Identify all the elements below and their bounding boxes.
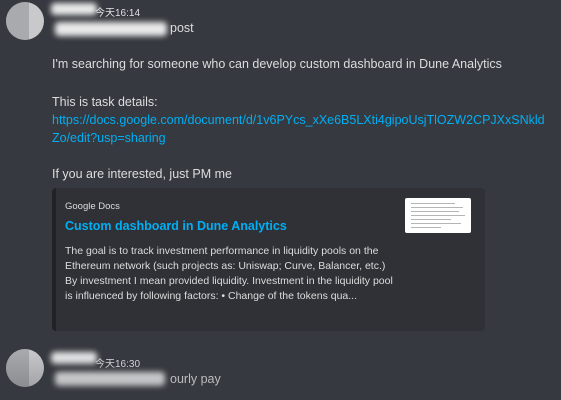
redacted-text <box>55 22 167 36</box>
username-redacted[interactable] <box>51 3 97 15</box>
document-thumbnail[interactable] <box>405 198 471 233</box>
task-link[interactable]: https://docs.google.com/document/d/1v6PY… <box>52 111 552 147</box>
message-timestamp: 今天16:14 <box>95 8 141 19</box>
embed-provider[interactable]: Google Docs <box>65 201 120 212</box>
embed-title[interactable]: Custom dashboard in Dune Analytics <box>65 219 287 233</box>
redacted-text-2 <box>55 372 165 386</box>
task-label: This is task details: <box>52 95 158 109</box>
message-header-text: post <box>170 21 194 35</box>
message-text-2: ourly pay <box>170 372 221 386</box>
embed-description: The goal is to track investment performa… <box>65 245 393 302</box>
user-avatar[interactable] <box>6 2 44 40</box>
message-text: I'm searching for someone who can develo… <box>52 57 502 71</box>
closing-text: If you are interested, just PM me <box>52 167 232 181</box>
message-timestamp-2: 今天16:30 <box>95 359 141 370</box>
user-avatar-2[interactable] <box>6 349 44 387</box>
link-embed: Google Docs Custom dashboard in Dune Ana… <box>52 188 485 331</box>
username-redacted-2[interactable] <box>51 352 97 364</box>
